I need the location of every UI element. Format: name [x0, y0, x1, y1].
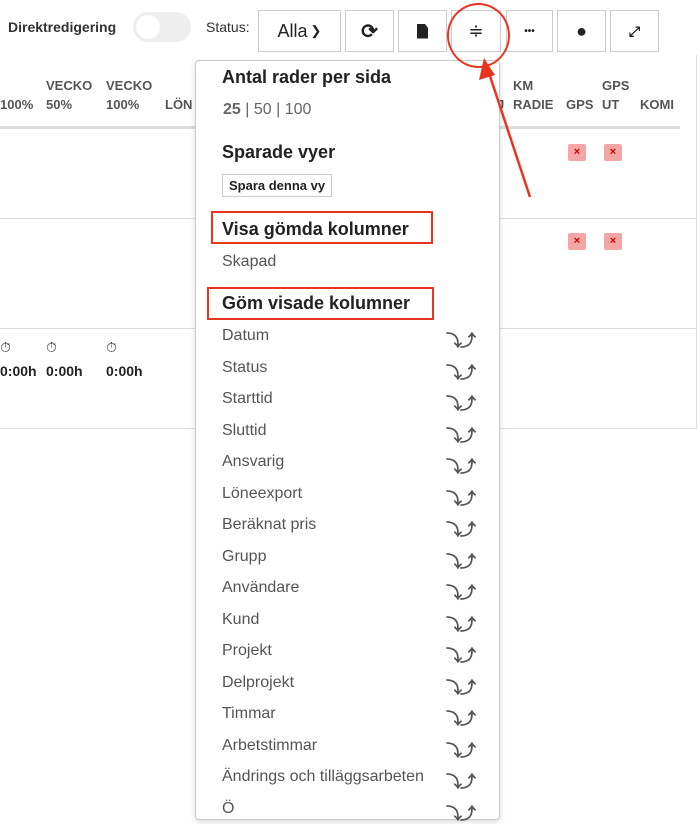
status-select[interactable]: Alla ❯ [258, 10, 341, 52]
move-arrows-icon[interactable]: ⤵⤴ [446, 611, 476, 635]
column-label: Användare [222, 579, 300, 596]
total-hours: 0:00h [46, 363, 83, 379]
shown-column-item[interactable]: Grupp ⤵⤴ [222, 547, 476, 572]
column-header[interactable]: LÖN [165, 95, 192, 114]
shown-column-item[interactable]: Sluttid ⤵⤴ [222, 421, 476, 446]
row-settings-menu: Antal rader per sida 25 | 50 | 100 Spara… [195, 60, 500, 823]
stopwatch-icon: ⏱ [46, 339, 57, 355]
globe-icon: ● [576, 20, 587, 41]
shown-column-item[interactable]: Timmar ⤵⤴ [222, 705, 476, 729]
column-header[interactable]: GPS UT [602, 76, 629, 114]
column-label: Projekt [222, 642, 272, 659]
column-header[interactable]: GPS [566, 95, 593, 114]
column-label: Sluttid [222, 421, 267, 439]
column-label: Ö [222, 799, 235, 817]
move-arrows-icon[interactable]: ⤵⤴ [446, 705, 476, 729]
shown-column-item[interactable]: Kund ⤵⤴ [222, 610, 476, 635]
move-arrows-icon[interactable]: ⤵⤴ [446, 579, 476, 603]
separator: | [276, 101, 281, 118]
move-arrows-icon[interactable]: ⤵⤴ [446, 674, 476, 698]
column-header[interactable]: KOMI [640, 95, 674, 114]
status-value: Alla [277, 20, 308, 41]
highlight-box [207, 287, 434, 320]
move-arrows-icon[interactable]: ⤵⤴ [446, 768, 476, 792]
expand-icon: ⤢ [628, 22, 641, 39]
column-label: Kund [222, 610, 260, 628]
column-label: Status [222, 358, 268, 376]
column-label: Grupp [222, 547, 267, 565]
rows-per-page-title: Antal rader per sida [222, 67, 392, 87]
shown-column-item[interactable]: Projekt ⤵⤴ [222, 642, 476, 666]
chevron-down-icon: ❯ [310, 23, 322, 38]
column-label: Ansvarig [222, 453, 285, 470]
toggle-knob [136, 15, 160, 39]
column-header[interactable]: VECKO 50% [46, 76, 92, 114]
column-label: Löneexport [222, 484, 303, 502]
direct-edit-toggle[interactable] [133, 12, 191, 42]
gps-no-badge: × [568, 144, 586, 161]
shown-column-item[interactable]: Löneexport ⤵⤴ [222, 484, 476, 509]
rows-option-100[interactable]: 100 [285, 101, 312, 118]
export-button[interactable] [398, 10, 447, 52]
ellipsis-icon: ••• [524, 25, 535, 37]
move-arrows-icon[interactable]: ⤵⤴ [446, 548, 476, 572]
column-label: Starttid [222, 390, 273, 407]
fullscreen-button[interactable]: ⤢ [610, 10, 659, 52]
rows-option-50[interactable]: 50 [254, 101, 272, 118]
shown-column-item[interactable]: Användare ⤵⤴ [222, 579, 476, 603]
column-label: Skapad [222, 253, 277, 270]
status-label: Status: [206, 19, 250, 35]
move-arrows-icon[interactable]: ⤵⤴ [446, 800, 476, 824]
column-header[interactable]: 100% [0, 76, 33, 114]
move-arrows-icon[interactable]: ⤵⤴ [446, 359, 476, 383]
total-hours: 0:00h [0, 363, 37, 379]
highlight-box [211, 211, 433, 244]
shown-column-item[interactable]: Arbetstimmar ⤵⤴ [222, 736, 476, 761]
move-arrows-icon[interactable]: ⤵⤴ [446, 737, 476, 761]
move-arrows-icon[interactable]: ⤵⤴ [446, 327, 476, 351]
gps-out-no-badge: × [604, 233, 622, 250]
column-label: Beräknat pris [222, 516, 317, 533]
column-label: Ändrings och tilläggsarbeten [222, 768, 424, 785]
map-button[interactable]: ● [557, 10, 606, 52]
column-label: Arbetstimmar [222, 736, 318, 754]
stopwatch-icon: ⏱ [106, 339, 117, 355]
move-arrows-icon[interactable]: ⤵⤴ [446, 642, 476, 666]
move-arrows-icon[interactable]: ⤵⤴ [446, 485, 476, 509]
shown-column-item[interactable]: Ändrings och tilläggsarbeten ⤵⤴ [222, 768, 476, 792]
gps-no-badge: × [568, 233, 586, 250]
shown-column-item[interactable]: Ö ⤵⤴ [222, 799, 476, 824]
rows-option-25[interactable]: 25 [223, 101, 241, 118]
move-arrows-icon[interactable]: ⤵⤴ [446, 453, 476, 477]
shown-column-item[interactable]: Beräknat pris ⤵⤴ [222, 516, 476, 540]
shown-column-item[interactable]: Starttid ⤵⤴ [222, 390, 476, 414]
shown-column-item[interactable]: Status ⤵⤴ [222, 358, 476, 383]
hidden-column-item[interactable]: Skapad [222, 253, 474, 271]
refresh-icon: ⟳ [361, 20, 378, 43]
shown-column-item[interactable]: Delprojekt ⤵⤴ [222, 673, 476, 698]
column-label: Delprojekt [222, 673, 295, 691]
column-label: Datum [222, 327, 270, 344]
annotation-arrow [479, 58, 532, 198]
move-arrows-icon[interactable]: ⤵⤴ [446, 516, 476, 540]
column-label: Timmar [222, 705, 276, 722]
shown-column-item[interactable]: Ansvarig ⤵⤴ [222, 453, 476, 477]
shown-column-item[interactable]: Datum ⤵⤴ [222, 327, 476, 351]
move-arrows-icon[interactable]: ⤵⤴ [446, 390, 476, 414]
save-view-button[interactable]: Spara denna vy [222, 174, 333, 197]
saved-views-title: Sparade vyer [222, 142, 336, 162]
move-arrows-icon[interactable]: ⤵⤴ [446, 422, 476, 446]
more-button[interactable]: ••• [506, 10, 553, 52]
file-icon [417, 23, 428, 39]
gps-out-no-badge: × [604, 144, 622, 161]
separator: | [245, 101, 250, 118]
column-header[interactable]: VECKO 100% [106, 76, 152, 114]
rows-per-page-options: 25 | 50 | 100 [223, 101, 311, 119]
stopwatch-icon: ⏱ [0, 339, 11, 355]
total-hours: 0:00h [106, 363, 143, 379]
direct-edit-label: Direktredigering [8, 19, 117, 35]
refresh-button[interactable]: ⟳ [345, 10, 394, 52]
